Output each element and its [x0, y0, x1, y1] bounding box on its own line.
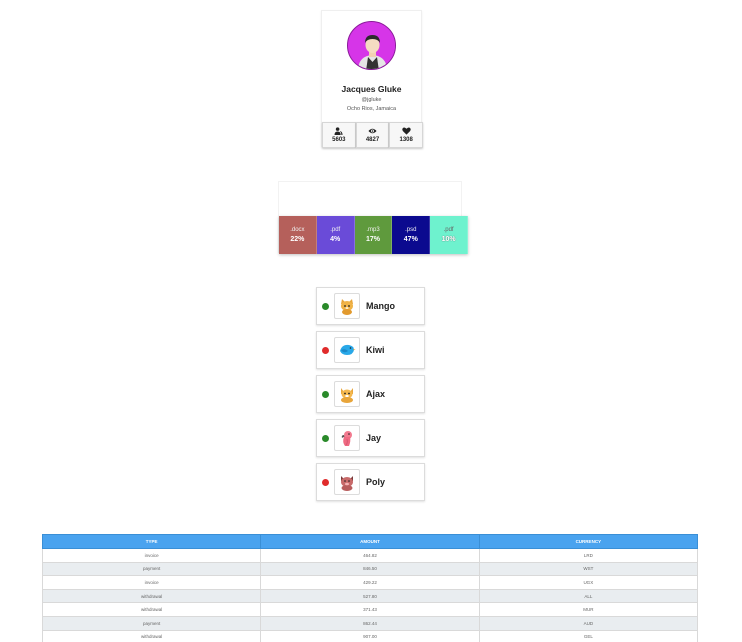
amount-cell: 527.80 — [260, 588, 480, 604]
transactions-table: TYPE AMOUNT CURRENCY invoice 464.82 LRD … — [41, 534, 699, 642]
column-header-amount[interactable]: AMOUNT — [260, 534, 480, 549]
status-dot — [322, 478, 329, 486]
followers-count: 5603 — [332, 137, 346, 143]
type-cell: payment — [41, 615, 262, 631]
file-percent: 22% — [290, 236, 305, 243]
status-dot — [322, 346, 329, 354]
currency-cell: AUD — [478, 615, 699, 631]
likes-stat-button[interactable]: 1308 — [389, 122, 424, 148]
views-count: 4827 — [365, 137, 380, 143]
type-cell: withdrawal — [41, 588, 262, 604]
avatar — [347, 21, 396, 70]
profile-handle: @jgluke — [361, 97, 382, 103]
currency-cell: GEL — [478, 629, 699, 642]
bird-icon — [340, 344, 356, 355]
pet-thumbnail — [334, 337, 360, 363]
type-cell: payment — [41, 561, 262, 577]
pig-icon — [341, 476, 353, 491]
dog-icon — [341, 388, 353, 403]
currency-cell: ALL — [478, 588, 699, 604]
table-row: invoice 464.82 LRD — [41, 548, 699, 563]
pet-thumbnail — [334, 381, 360, 407]
stats-row: 5603 4827 1308 — [322, 122, 424, 148]
followers-icon — [334, 127, 343, 135]
pet-name: Mango — [366, 301, 395, 311]
status-dot — [322, 390, 329, 398]
file-extension: .mp3 — [366, 227, 380, 233]
table-row: withdrawal 527.80 ALL — [41, 588, 699, 604]
status-dot — [322, 434, 329, 442]
file-segment[interactable]: .mp3 17% — [354, 216, 393, 254]
amount-cell: 907.00 — [260, 629, 480, 642]
column-header-currency[interactable]: CURRENCY — [478, 534, 699, 549]
list-item[interactable]: Ajax — [316, 375, 425, 413]
person-avatar-icon — [348, 22, 395, 69]
table-row: payment 846.50 WST — [41, 561, 699, 577]
table-row: withdrawal 371.43 MUR — [41, 602, 699, 617]
pet-thumbnail — [334, 425, 360, 451]
list-item[interactable]: Kiwi — [316, 331, 425, 369]
pet-name: Ajax — [366, 389, 386, 399]
table-header-row: TYPE AMOUNT CURRENCY — [41, 534, 699, 549]
file-percent: 10% — [441, 236, 456, 243]
pet-name: Poly — [366, 477, 386, 487]
pet-list: Mango Kiwi Ajax Jay Poly — [316, 287, 425, 507]
parrot-icon — [341, 431, 352, 446]
file-usage-bar: .docx 22% .pdf 4% .mp3 17% .psd 47% .pdf… — [279, 216, 468, 254]
pet-name: Jay — [366, 433, 382, 443]
profile-card: Jacques Gluke @jgluke Ocho Rios, Jamaica… — [321, 10, 424, 148]
type-cell: withdrawal — [41, 602, 262, 617]
file-percent: 47% — [403, 236, 418, 243]
currency-cell: LRD — [478, 548, 699, 563]
currency-cell: UGX — [478, 575, 699, 590]
status-dot — [322, 302, 329, 310]
amount-cell: 429.22 — [260, 575, 480, 590]
heart-icon — [401, 127, 411, 135]
followers-stat-button[interactable]: 5603 — [322, 122, 356, 148]
views-stat-button[interactable]: 4827 — [355, 122, 390, 148]
currency-cell: WST — [478, 561, 699, 577]
list-item[interactable]: Jay — [316, 419, 425, 457]
file-segment[interactable]: .pdf 10% — [430, 216, 468, 254]
cat-icon — [341, 299, 353, 315]
file-extension: .pdf — [330, 227, 341, 233]
table-row: invoice 429.22 UGX — [41, 575, 699, 590]
profile-name: Jacques Gluke — [341, 84, 402, 94]
amount-cell: 464.82 — [260, 548, 480, 563]
type-cell: invoice — [41, 548, 262, 563]
file-percent: 4% — [330, 236, 341, 243]
pet-thumbnail — [334, 293, 360, 319]
type-cell: withdrawal — [41, 629, 262, 642]
amount-cell: 862.44 — [260, 615, 480, 631]
eye-icon — [368, 128, 377, 134]
pet-name: Kiwi — [366, 345, 385, 355]
pet-thumbnail — [334, 469, 360, 495]
list-item[interactable]: Poly — [316, 463, 425, 501]
currency-cell: MUR — [478, 602, 699, 617]
file-percent: 17% — [365, 236, 380, 243]
type-cell: invoice — [41, 575, 262, 590]
table-row: payment 862.44 AUD — [41, 615, 699, 631]
list-item[interactable]: Mango — [316, 287, 425, 325]
file-extension: .pdf — [443, 227, 454, 233]
profile-location: Ocho Rios, Jamaica — [346, 106, 397, 112]
likes-count: 1308 — [399, 137, 413, 143]
amount-cell: 846.50 — [260, 561, 480, 577]
table-row: withdrawal 907.00 GEL — [41, 629, 699, 642]
file-extension: .psd — [405, 227, 417, 233]
column-header-type[interactable]: TYPE — [41, 534, 262, 549]
file-extension: .docx — [290, 227, 305, 233]
file-segment[interactable]: .docx 22% — [279, 216, 317, 254]
file-segment[interactable]: .psd 47% — [392, 216, 431, 254]
file-segment[interactable]: .pdf 4% — [316, 216, 355, 254]
amount-cell: 371.43 — [260, 602, 480, 617]
